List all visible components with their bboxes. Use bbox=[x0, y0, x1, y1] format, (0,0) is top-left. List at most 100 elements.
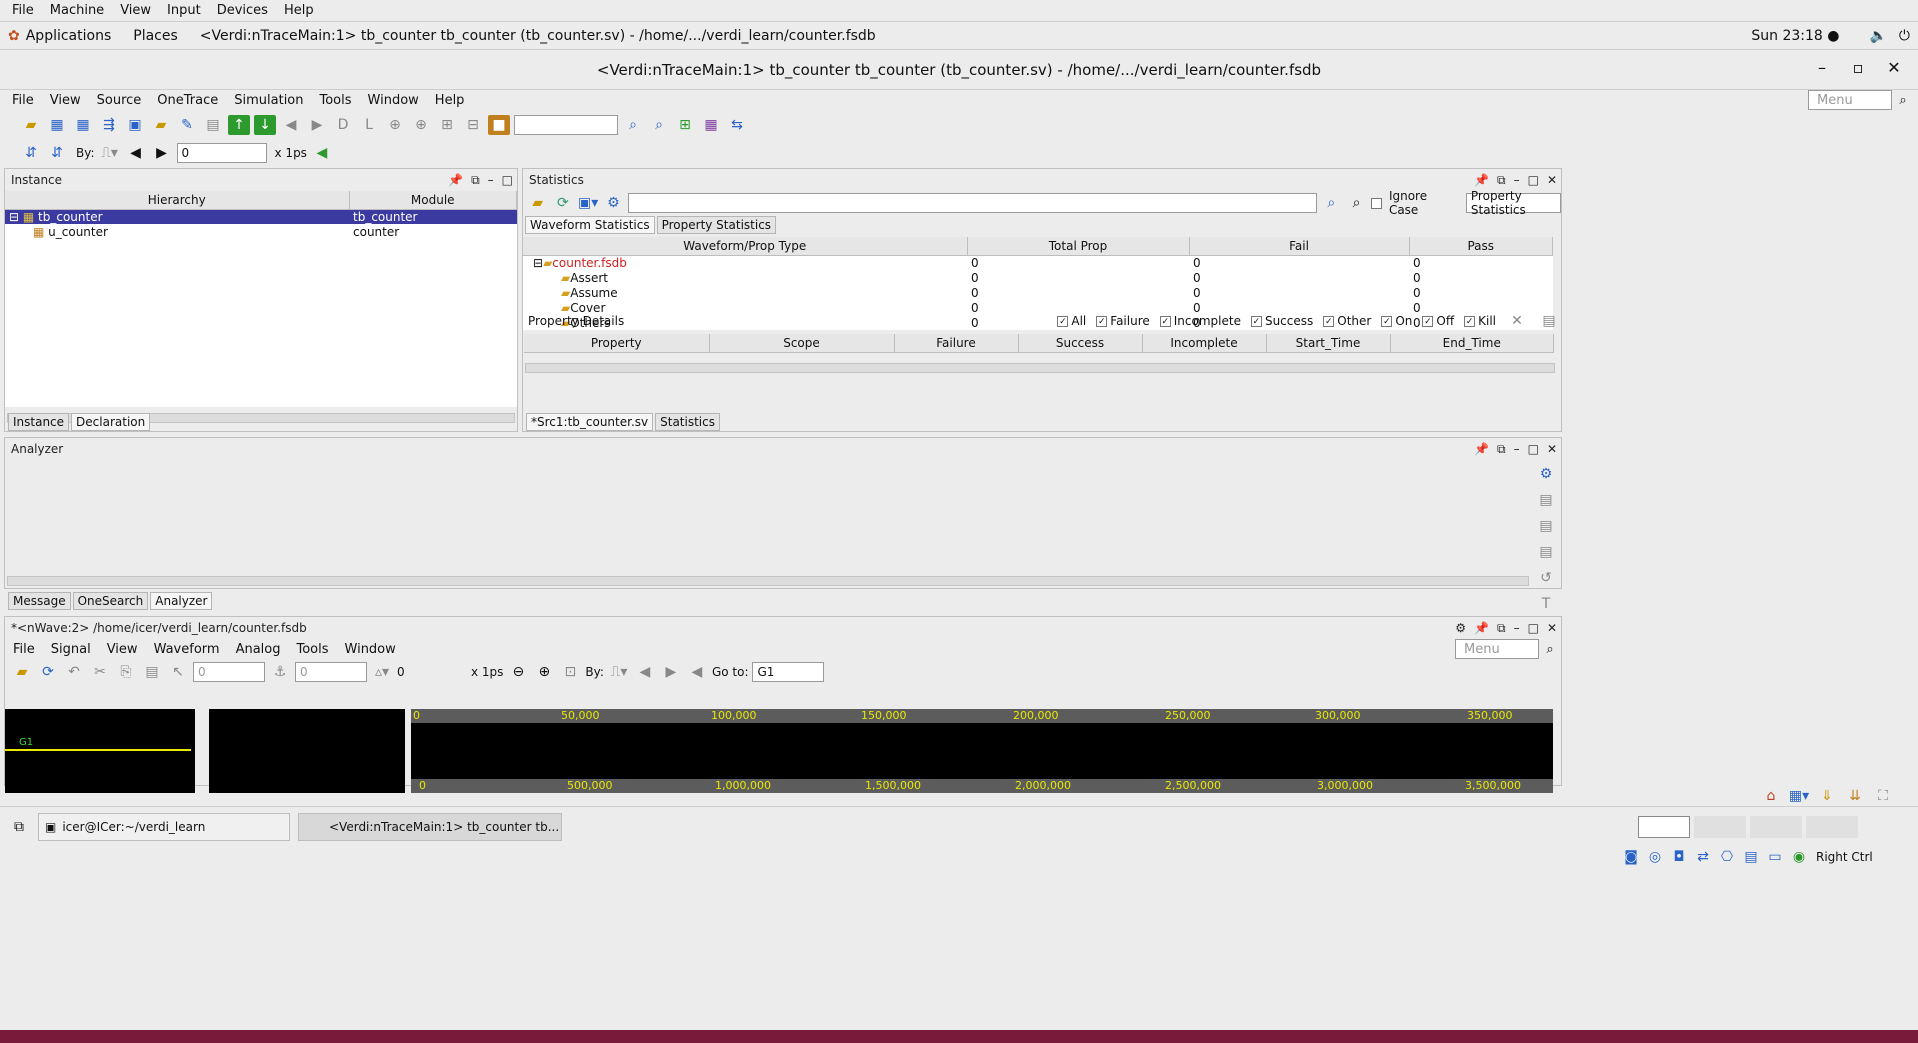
reload-icon[interactable]: ⟳ bbox=[37, 662, 59, 682]
maximize-panel-icon[interactable]: □ bbox=[1528, 442, 1539, 456]
home-icon[interactable]: ⌂ bbox=[1760, 786, 1782, 806]
undock-icon[interactable]: ⧉ bbox=[1497, 442, 1506, 457]
col-start-time[interactable]: Start_Time bbox=[1266, 334, 1391, 353]
zoom-in-icon[interactable]: ⊕ bbox=[533, 662, 555, 682]
minimize-panel-icon[interactable]: – bbox=[1514, 442, 1520, 456]
menu-window[interactable]: Window bbox=[360, 93, 427, 108]
maximize-panel-icon[interactable]: □ bbox=[502, 173, 513, 187]
pin-icon[interactable]: 📌 bbox=[448, 173, 463, 187]
menu-source[interactable]: Source bbox=[89, 93, 150, 108]
nwave-menu-waveform[interactable]: Waveform bbox=[146, 642, 228, 657]
zoom-out-icon[interactable]: ⊖ bbox=[507, 662, 529, 682]
edit-icon[interactable]: ✎ bbox=[176, 115, 198, 135]
ignore-case-checkbox[interactable] bbox=[1371, 197, 1382, 209]
refresh-icon[interactable]: ⟳ bbox=[552, 193, 573, 213]
network-icon[interactable]: ⇄ bbox=[1692, 847, 1714, 867]
zoom-find-icon[interactable]: ⌕ bbox=[648, 115, 670, 135]
statistics-type-select[interactable]: Property Statistics bbox=[1465, 189, 1561, 217]
copy-icon[interactable]: ⎘ bbox=[115, 662, 137, 682]
tab-statistics[interactable]: Statistics bbox=[655, 413, 720, 431]
search-icon[interactable]: ⌕ bbox=[1892, 90, 1914, 110]
next-icon[interactable]: ▶ bbox=[151, 143, 173, 163]
display-icon[interactable]: ▭ bbox=[1764, 847, 1786, 867]
open-folder-icon[interactable]: ▰ bbox=[527, 193, 548, 213]
filter-incomplete-checkbox[interactable]: ✓ bbox=[1159, 315, 1171, 327]
forward-icon[interactable]: ▶ bbox=[306, 115, 328, 135]
find-icon[interactable]: ⌕ bbox=[1321, 193, 1342, 213]
vbox-menu-devices[interactable]: Devices bbox=[211, 3, 274, 18]
show-desktop-icon[interactable]: ⧉ bbox=[8, 817, 30, 837]
col-success[interactable]: Success bbox=[1018, 334, 1143, 353]
back-icon[interactable]: ◀ bbox=[280, 115, 302, 135]
download-icon[interactable]: ⇓ bbox=[1816, 786, 1838, 806]
driver-icon[interactable]: D bbox=[332, 115, 354, 135]
load-icon[interactable]: L bbox=[358, 115, 380, 135]
collapse-icon[interactable]: ⊟ bbox=[9, 210, 23, 224]
state-diagram-icon[interactable]: ▦ bbox=[72, 115, 94, 135]
sync2-icon[interactable]: ⇵ bbox=[46, 143, 68, 163]
module-header[interactable]: Module bbox=[349, 191, 517, 210]
schematic-icon[interactable]: ▦ bbox=[46, 115, 68, 135]
trace-down-icon[interactable]: ↓ bbox=[254, 115, 276, 135]
list-icon[interactable]: ▤ bbox=[1535, 490, 1557, 510]
hierarchy-icon[interactable]: ⊞ bbox=[436, 115, 458, 135]
pin-icon[interactable]: 📌 bbox=[1474, 442, 1489, 456]
col-property[interactable]: Property bbox=[524, 334, 710, 353]
hierarchy-header[interactable]: Hierarchy bbox=[5, 191, 350, 210]
cut-icon[interactable]: ✂ bbox=[89, 662, 111, 682]
minimize-panel-icon[interactable]: – bbox=[1514, 173, 1520, 187]
menu-tools[interactable]: Tools bbox=[312, 93, 360, 108]
undock-icon[interactable]: ⧉ bbox=[1497, 621, 1506, 636]
filter-success-checkbox[interactable]: ✓ bbox=[1250, 315, 1262, 327]
nwave-menu-tools[interactable]: Tools bbox=[288, 642, 336, 657]
edge-select-icon[interactable]: ⎍▾ bbox=[99, 143, 121, 163]
usb-icon[interactable]: ⎔ bbox=[1716, 847, 1738, 867]
stats-row-assert[interactable]: ▰Assert 0 0 0 bbox=[523, 270, 1553, 285]
tab-onesearch[interactable]: OneSearch bbox=[72, 592, 149, 610]
tools-icon[interactable]: ⇆ bbox=[726, 115, 748, 135]
prev-icon[interactable]: ◀ bbox=[125, 143, 147, 163]
settings-icon[interactable]: ⚙ bbox=[1535, 464, 1557, 484]
statistics-hscrollbar[interactable] bbox=[525, 363, 1555, 373]
vbox-menu-machine[interactable]: Machine bbox=[44, 3, 110, 18]
minimize-icon[interactable]: – bbox=[1804, 58, 1840, 77]
next-icon[interactable]: ▶ bbox=[660, 662, 682, 682]
workspace-4[interactable] bbox=[1806, 815, 1858, 838]
nwave-menu-file[interactable]: File bbox=[5, 642, 43, 657]
export-icon[interactable]: ▤ bbox=[1538, 311, 1560, 331]
filter-failure-checkbox[interactable]: ✓ bbox=[1096, 315, 1108, 327]
optical-icon[interactable]: ◎ bbox=[1644, 847, 1666, 867]
transfer-icon[interactable]: ⇊ bbox=[1844, 786, 1866, 806]
filter-other-checkbox[interactable]: ✓ bbox=[1323, 315, 1335, 327]
save-icon[interactable]: ▣▾ bbox=[578, 193, 599, 213]
shared-folder-icon[interactable]: ▤ bbox=[1740, 847, 1762, 867]
search-combo[interactable] bbox=[514, 115, 618, 135]
zoom-fit-icon[interactable]: ⊡ bbox=[559, 662, 581, 682]
col-failure[interactable]: Failure bbox=[894, 334, 1019, 353]
marker-time-input[interactable]: 0 bbox=[295, 662, 367, 682]
tab-declaration[interactable]: Declaration bbox=[71, 413, 151, 431]
cursor-icon[interactable]: ↖ bbox=[167, 662, 189, 682]
goto-select[interactable]: G1 bbox=[752, 662, 825, 682]
clock[interactable]: Sun 23:18 ● bbox=[1751, 28, 1839, 44]
find-next-icon[interactable]: ⌕ bbox=[1346, 193, 1367, 213]
collapse-icon[interactable]: ⊟ bbox=[533, 256, 543, 270]
clear-icon[interactable]: ✕ bbox=[1506, 311, 1528, 331]
col-waveform-prop-type[interactable]: Waveform/Prop Type bbox=[523, 237, 968, 256]
fullscreen-icon[interactable]: ⛶ bbox=[1872, 786, 1894, 806]
menu-search-input[interactable]: Menu bbox=[1808, 90, 1892, 110]
applications-menu[interactable]: Applications bbox=[26, 28, 112, 44]
power-icon[interactable]: ⏻ bbox=[1899, 28, 1910, 44]
folder-icon[interactable]: ▰ bbox=[150, 115, 172, 135]
instance-row-tb_counter[interactable]: ⊟ ▦ tb_counter tb_counter bbox=[5, 209, 517, 224]
workspace-3[interactable] bbox=[1750, 815, 1802, 838]
capture-icon[interactable]: ◉ bbox=[1788, 847, 1810, 867]
minimize-panel-icon[interactable]: – bbox=[488, 173, 494, 187]
workspace-1[interactable] bbox=[1638, 815, 1690, 838]
time-input[interactable]: 0 bbox=[176, 143, 267, 163]
goto-icon[interactable]: ◀ bbox=[686, 662, 708, 682]
audio-icon[interactable]: ◘ bbox=[1668, 847, 1690, 867]
vbox-menu-view[interactable]: View bbox=[114, 3, 157, 18]
search-icon[interactable]: ⌕ bbox=[1539, 639, 1561, 659]
tab-waveform-statistics[interactable]: Waveform Statistics bbox=[525, 216, 655, 234]
